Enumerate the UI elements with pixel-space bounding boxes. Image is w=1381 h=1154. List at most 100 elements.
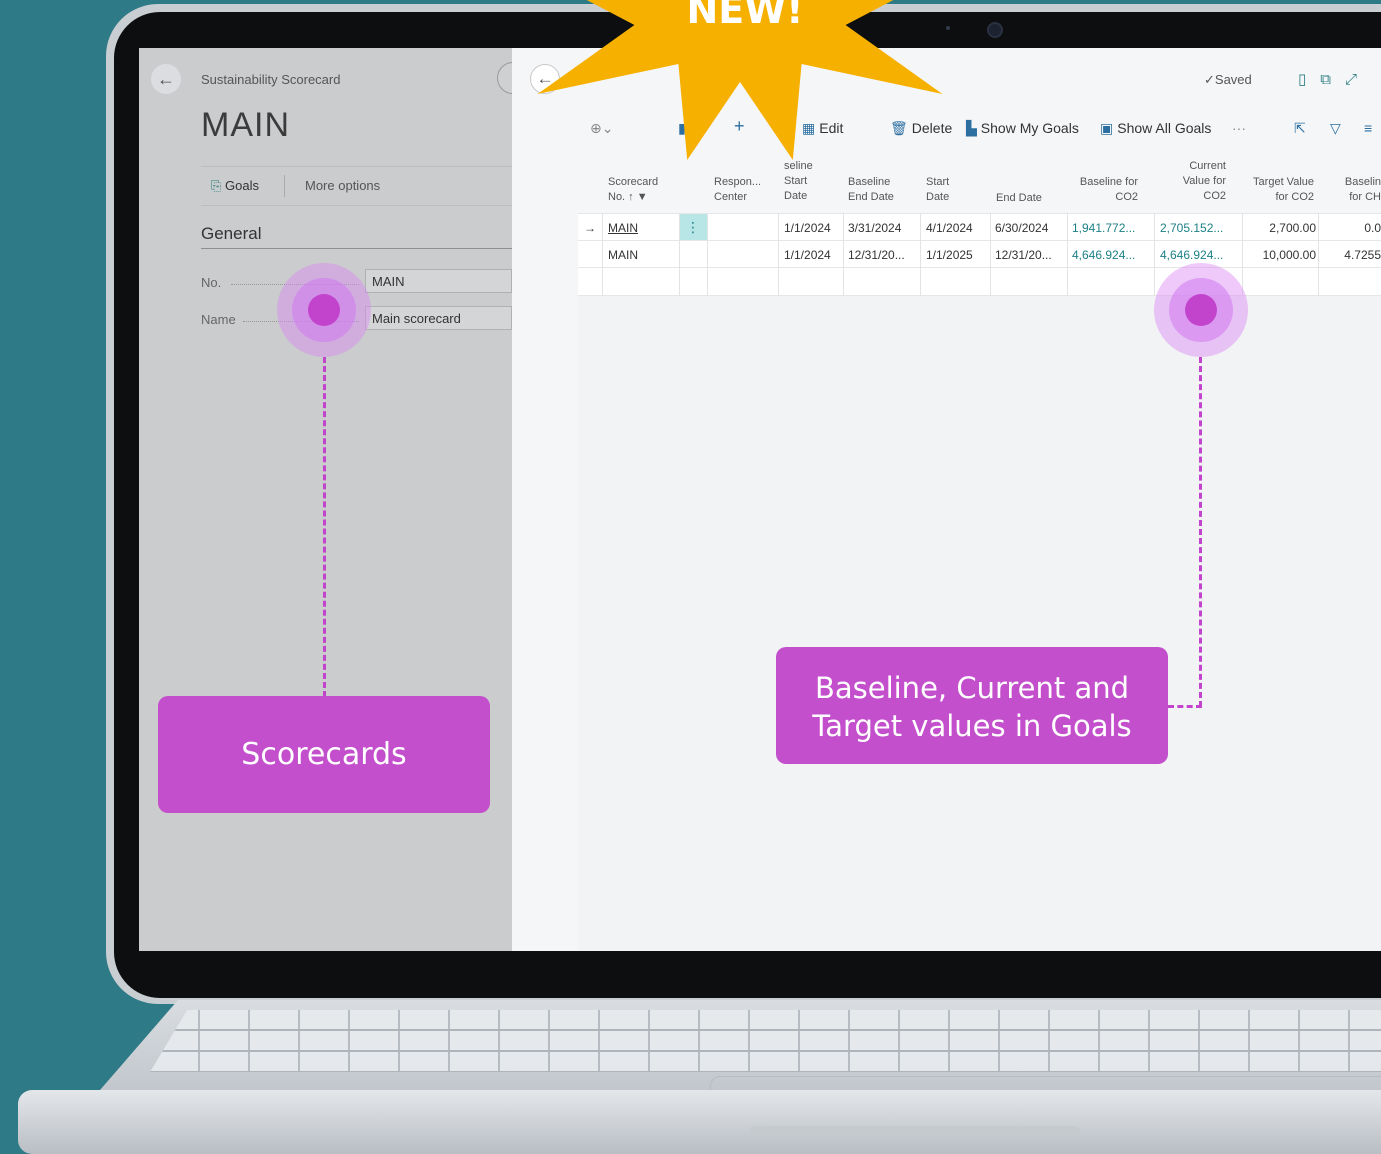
share-icon[interactable]: ⇱ [1294, 120, 1306, 137]
grid-line [843, 213, 844, 296]
scorecard-cell[interactable]: MAIN [608, 248, 638, 262]
header-text: No. ↑ [608, 191, 634, 203]
col-baseline-start-date[interactable]: seline Start Date [784, 159, 813, 204]
callout-goals: Baseline, Current and Target values in G… [776, 647, 1168, 764]
col-current-value-co2[interactable]: Current Value for CO2 [1166, 159, 1226, 204]
trash-icon: 🗑 [890, 120, 908, 136]
col-responsibility-center[interactable]: Respon... Center [714, 175, 761, 205]
header-text: CO2 [1203, 190, 1226, 202]
goals-grid: → MAIN ⋮ 1/1/2024 3/31/2024 4/1/2024 6/3… [578, 213, 1381, 296]
baseline-ch4-cell[interactable]: 4.7255 [1318, 248, 1381, 262]
current-co2-cell[interactable]: 4,646.924... [1160, 248, 1223, 262]
camera-icon [987, 22, 1003, 38]
filter-icon[interactable]: ▽ [1330, 120, 1341, 137]
goals-action[interactable]: ⎘ Goals [211, 178, 259, 194]
start-date-cell[interactable]: 4/1/2024 [926, 221, 973, 235]
row-menu-icon[interactable]: ⋮ [679, 214, 707, 241]
field-label-no: No. [201, 275, 222, 290]
filter-icon: ▼ [636, 191, 648, 203]
hotspot-pin-core [308, 294, 340, 326]
table-row[interactable]: MAIN 1/1/2024 12/31/20... 1/1/2025 12/31… [578, 240, 1381, 268]
col-scorecard-no[interactable]: Scorecard No. ↑ ▼ [608, 175, 658, 205]
bookmark-icon[interactable]: ▯ [1298, 71, 1320, 88]
show-all-goals-icon: ▣ [1100, 120, 1114, 136]
grid-line [1067, 213, 1068, 296]
divider [284, 175, 285, 197]
back-arrow-icon[interactable]: ← [151, 64, 181, 94]
grid-line [1318, 213, 1319, 296]
baseline-start-cell[interactable]: 1/1/2024 [784, 248, 831, 262]
goals-label: Goals [225, 178, 259, 193]
breadcrumb: Sustainability Scorecard [201, 72, 341, 87]
grid-line [1242, 213, 1243, 296]
more-options-button[interactable]: More options [305, 178, 380, 193]
connector-line [1199, 357, 1202, 707]
col-target-value-co2[interactable]: Target Value for CO2 [1244, 175, 1314, 205]
delete-button[interactable]: 🗑 Delete [890, 120, 952, 137]
connector-line [323, 357, 326, 697]
section-general-header[interactable]: General [201, 224, 261, 244]
header-text: Baseline [848, 176, 891, 188]
col-baseline-ch4[interactable]: Baselin for CH [1338, 175, 1381, 205]
header-text: End Date [848, 191, 894, 203]
col-start-date[interactable]: Start Date [926, 175, 949, 205]
goals-list-panel: ← ✓Saved ▯⧉⤢ ⊕⌄ ▮ + ▦ Edit 🗑 Delete ▙ Show … [512, 48, 1381, 951]
table-row[interactable]: → MAIN ⋮ 1/1/2024 3/31/2024 4/1/2024 6/3… [578, 213, 1381, 241]
header-text: CO2 [1115, 191, 1138, 203]
baseline-co2-cell[interactable]: 1,941.772... [1072, 221, 1135, 235]
laptop-base [0, 1000, 1381, 1154]
field-label-name: Name [201, 312, 236, 327]
show-all-goals-button[interactable]: ▣ Show All Goals [1100, 120, 1211, 137]
window-controls: ▯⧉⤢ [1298, 70, 1371, 88]
grid-line [920, 213, 921, 296]
baseline-co2-cell[interactable]: 4,646.924... [1072, 248, 1135, 262]
end-date-cell[interactable]: 6/30/2024 [995, 221, 1048, 235]
target-co2-cell[interactable]: 2,700.00 [1238, 221, 1316, 235]
header-text: Date [926, 191, 950, 203]
baseline-ch4-cell[interactable]: 0.0 [1318, 221, 1381, 235]
show-my-goals-button[interactable]: ▙ Show My Goals [966, 120, 1079, 137]
target-co2-cell[interactable]: 10,000.00 [1238, 248, 1316, 262]
col-baseline-co2[interactable]: Baseline for CO2 [1068, 175, 1138, 205]
col-end-date[interactable]: End Date [996, 191, 1042, 206]
more-actions-button[interactable]: ··· [1232, 120, 1246, 136]
edit-list-icon: ▦ [802, 120, 816, 136]
show-my-goals-icon: ▙ [966, 120, 977, 136]
expand-icon[interactable]: ⤢ [1345, 71, 1371, 88]
edit-label: Edit [819, 120, 844, 136]
copilot-icon[interactable]: ⊕⌄ [590, 120, 613, 137]
laptop-front-edge [18, 1090, 1381, 1154]
name-field[interactable]: Main scorecard [365, 306, 512, 330]
hotspot-pin-core [1185, 294, 1217, 326]
header-text: Date [784, 190, 808, 202]
header-text: Center [714, 191, 748, 203]
keyboard-rows [150, 1010, 1381, 1072]
scorecard-cell[interactable]: MAIN [608, 221, 638, 235]
show-my-goals-label: Show My Goals [980, 120, 1079, 136]
current-co2-cell[interactable]: 2,705.152... [1160, 221, 1223, 235]
header-text: Current [1189, 160, 1226, 172]
baseline-end-cell[interactable]: 3/31/2024 [848, 221, 901, 235]
saved-status: ✓Saved [1204, 72, 1252, 88]
row-arrow-icon: → [584, 221, 596, 235]
grid-line [707, 213, 708, 296]
add-icon[interactable]: + [734, 116, 745, 137]
callout-goals-line1: Baseline, Current and [814, 671, 1130, 705]
header-text: for CH [1349, 191, 1381, 203]
header-text: Start [784, 175, 808, 187]
front-notch [750, 1126, 1080, 1136]
edit-button[interactable]: ▦ Edit [802, 120, 843, 137]
end-date-cell[interactable]: 12/31/20... [995, 248, 1052, 262]
start-date-cell[interactable]: 1/1/2025 [926, 248, 973, 262]
goals-icon: ⎘ [211, 178, 222, 193]
baseline-end-cell[interactable]: 12/31/20... [848, 248, 905, 262]
open-new-window-icon[interactable]: ⧉ [1320, 71, 1345, 88]
no-field[interactable]: MAIN [365, 269, 512, 293]
header-text: Target Value [1253, 176, 1314, 188]
col-baseline-end-date[interactable]: Baseline End Date [848, 175, 894, 205]
table-row-empty[interactable] [578, 267, 1381, 296]
baseline-start-cell[interactable]: 1/1/2024 [784, 221, 831, 235]
list-view-icon[interactable]: ≡ [1364, 120, 1372, 136]
connector-line [1168, 705, 1202, 708]
sensor-dot [946, 26, 950, 30]
